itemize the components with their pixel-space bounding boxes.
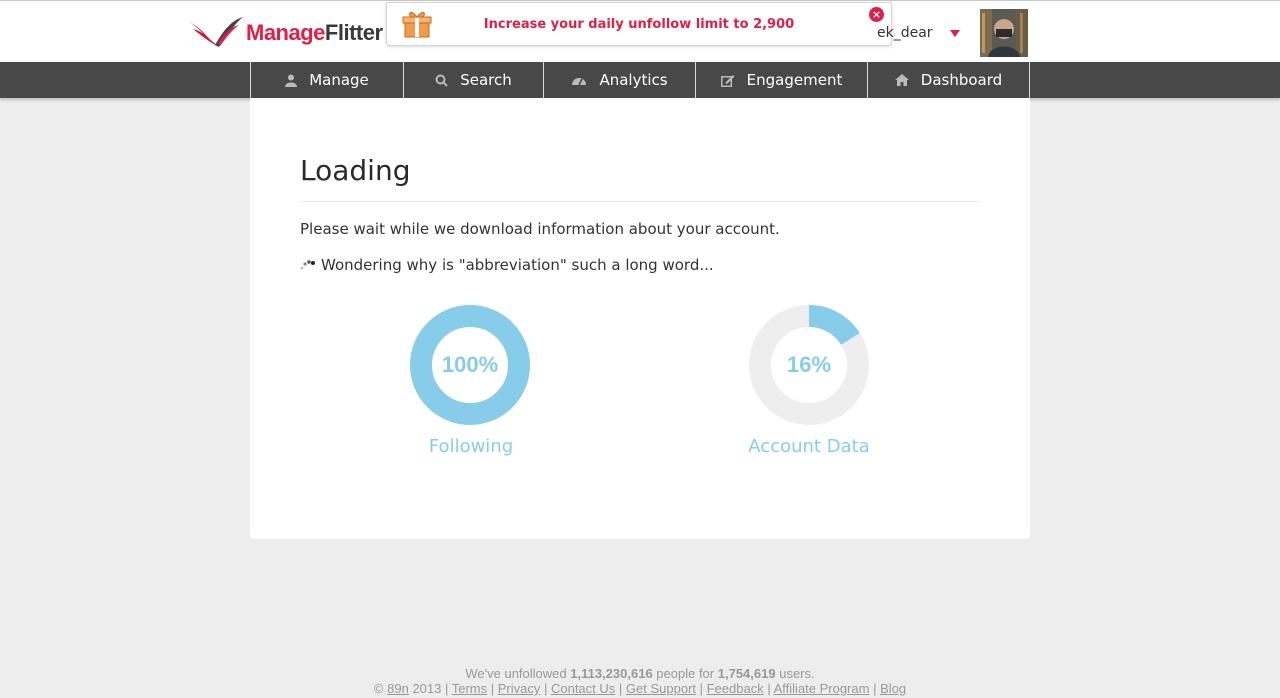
account-data-percent: 16% (786, 352, 832, 377)
contact-us-link[interactable]: Contact Us (551, 681, 615, 696)
footer-stats: We've unfollowed 1,113,230,616 people fo… (0, 666, 1280, 681)
get-support-link[interactable]: Get Support (626, 681, 696, 696)
loading-status: Wondering why is "abbreviation" such a l… (300, 256, 714, 274)
following-percent: 100% (441, 352, 499, 377)
username-menu[interactable]: ek_dear (877, 25, 933, 41)
user-count: 1,754,619 (717, 666, 776, 681)
nav-item-manage[interactable]: Manage (250, 62, 403, 98)
avatar[interactable] (980, 9, 1028, 57)
feedback-link[interactable]: Feedback (707, 681, 764, 696)
nav-item-search[interactable]: Search (403, 62, 543, 98)
account-data-label: Account Data (748, 436, 870, 457)
unfollowed-count: 1,113,230,616 (570, 666, 653, 681)
nav-label-analytics: Analytics (599, 71, 668, 89)
bird-logo-icon (187, 17, 243, 47)
terms-link[interactable]: Terms (452, 681, 487, 696)
logo-text-manage: Manage (246, 20, 325, 45)
stats-middle: people for (656, 666, 715, 681)
logo-text-flitter: Flitter (324, 20, 383, 45)
title-divider (300, 201, 980, 202)
nav-item-analytics[interactable]: Analytics (543, 62, 695, 98)
close-icon[interactable]: × (869, 7, 884, 22)
wait-message: Please wait while we download informatio… (300, 220, 780, 238)
nav-item-engagement[interactable]: Engagement (695, 62, 867, 98)
following-progress-ring: 100% (408, 303, 532, 427)
edit-icon (720, 74, 735, 87)
nav-item-dashboard[interactable]: Dashboard (867, 62, 1030, 98)
status-text: Wondering why is "abbreviation" such a l… (321, 256, 714, 274)
copyright-year: 2013 (412, 681, 442, 696)
main-navbar: Manage Search Analytics Engagement Dashb… (0, 62, 1280, 98)
affiliate-program-link[interactable]: Affiliate Program (774, 681, 870, 696)
nav-label-dashboard: Dashboard (920, 71, 1003, 89)
privacy-link[interactable]: Privacy (498, 681, 541, 696)
nav-tabs: Manage Search Analytics Engagement Dashb… (250, 62, 1030, 98)
following-label: Following (428, 436, 514, 457)
account-data-progress-ring: 16% (747, 303, 871, 427)
top-header: ManageFlitter Increase your daily unfoll… (0, 0, 1280, 62)
caret-down-icon[interactable] (950, 30, 960, 37)
logo-text: ManageFlitter (246, 20, 383, 46)
search-icon (435, 74, 448, 87)
company-link[interactable]: 89n (387, 681, 409, 696)
copyright-symbol: © (373, 681, 384, 696)
user-icon (285, 74, 298, 87)
dashboard-gauge-icon (571, 74, 587, 86)
nav-label-manage: Manage (309, 71, 369, 89)
promo-banner[interactable]: Increase your daily unfollow limit to 2,… (386, 2, 892, 46)
stats-prefix: We've unfollowed (465, 666, 567, 681)
nav-label-search: Search (460, 71, 512, 89)
blog-link[interactable]: Blog (880, 681, 906, 696)
footer-links: © 89n 2013 | Terms | Privacy | Contact U… (373, 681, 907, 696)
managefiltter-logo[interactable]: ManageFlitter (185, 15, 383, 51)
spinner-icon (300, 259, 315, 271)
nav-label-engagement: Engagement (746, 71, 843, 89)
promo-text[interactable]: Increase your daily unfollow limit to 2,… (387, 17, 891, 32)
loading-card: Loading Please wait while we download in… (250, 98, 1030, 539)
page-title: Loading (300, 154, 411, 187)
home-icon (894, 74, 909, 86)
stats-suffix: users. (779, 666, 815, 681)
